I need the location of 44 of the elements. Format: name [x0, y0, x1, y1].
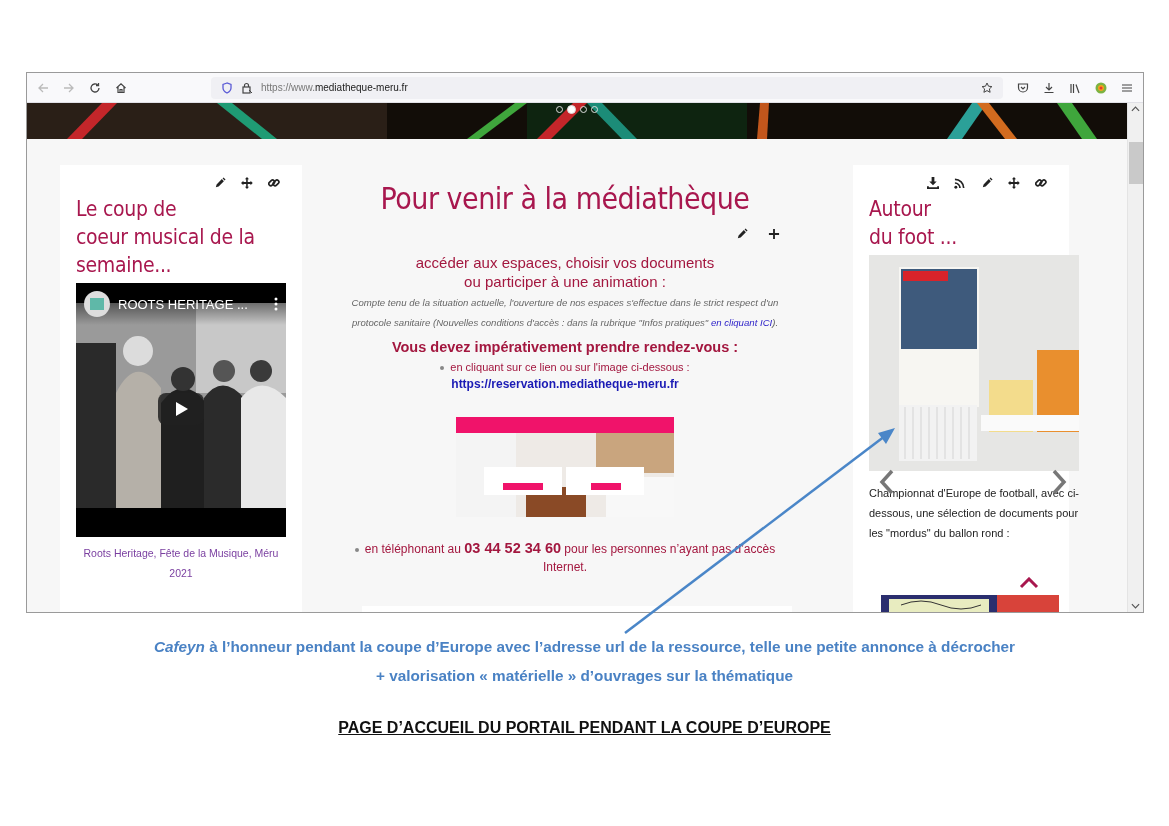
- url-field[interactable]: https://www.mediatheque-meru.fr: [211, 76, 1003, 99]
- chevron-up-icon[interactable]: [1019, 577, 1039, 589]
- scrollbar[interactable]: [1127, 103, 1143, 612]
- scroll-down-icon[interactable]: [1131, 603, 1140, 609]
- card-title: Le coup de coeur musical de la semaine...: [76, 196, 256, 279]
- scroll-up-icon[interactable]: [1131, 106, 1140, 112]
- reservation-link[interactable]: https://reservation.mediatheque-meru.fr: [340, 376, 790, 393]
- appointment-heading: Vous devez impérativement prendre rendez-vous :: [390, 339, 740, 355]
- plus-icon[interactable]: [768, 228, 780, 240]
- extension-icon[interactable]: [1095, 81, 1107, 94]
- section-heading: Pour venir à la médiathèque: [379, 181, 751, 216]
- play-icon[interactable]: [158, 393, 204, 425]
- pencil-icon[interactable]: [214, 177, 226, 189]
- intro-text: accéder aux espaces, choisir vos documents ou participer à une animation :: [414, 253, 716, 291]
- carousel-dot[interactable]: [567, 105, 576, 114]
- card-title: Autour du foot ...: [869, 196, 958, 251]
- rss-icon[interactable]: [954, 177, 966, 189]
- scrollbar-thumb[interactable]: [1128, 142, 1143, 184]
- link-icon[interactable]: [1035, 177, 1047, 189]
- download-icon[interactable]: [1043, 81, 1055, 94]
- notice-text: Compte tenu de la situation actuelle, l'ouverture de nos espaces s'effectue dans le strict respect d'un protocole sanitaire (Nouvelles conditions d'accès : dans la rubrique "Infos pratiques" en cliquant ICI).: [350, 296, 780, 330]
- video-caption: Roots Heritage, Fête de la Musique, Méru 2021: [82, 546, 280, 581]
- shield-icon[interactable]: [221, 81, 233, 94]
- home-icon[interactable]: [115, 81, 127, 94]
- pencil-icon[interactable]: [736, 228, 748, 240]
- page-title: PAGE D’ACCUEIL DU PORTAIL PENDANT LA COUPE D’EUROPE: [338, 719, 831, 736]
- more-icon[interactable]: [274, 297, 278, 311]
- move-icon[interactable]: [1008, 177, 1020, 189]
- annotation-text: Cafeyn à l’honneur pendant la coupe d’Europe avec l’adresse url de la ressource, telle une petite annonce à décrocher: [152, 637, 1017, 657]
- pencil-icon[interactable]: [981, 177, 993, 189]
- pocket-icon[interactable]: [1017, 81, 1029, 94]
- star-icon[interactable]: [981, 81, 993, 94]
- menu-icon[interactable]: [1121, 81, 1133, 94]
- download-icon[interactable]: [927, 177, 939, 189]
- lock-icon[interactable]: [241, 81, 253, 94]
- bullet-text: en cliquant sur ce lien ou sur l'image ci-dessous :: [450, 361, 690, 373]
- bullet-icon: [354, 548, 359, 553]
- library-icon[interactable]: [1069, 81, 1081, 94]
- reload-icon[interactable]: [89, 81, 101, 94]
- channel-avatar-icon[interactable]: [84, 291, 110, 317]
- link-icon[interactable]: [268, 177, 280, 189]
- bullet-icon: [440, 366, 445, 371]
- annotation-text: + valorisation « matérielle » d’ouvrages sur la thématique: [375, 666, 794, 686]
- move-icon[interactable]: [241, 177, 253, 189]
